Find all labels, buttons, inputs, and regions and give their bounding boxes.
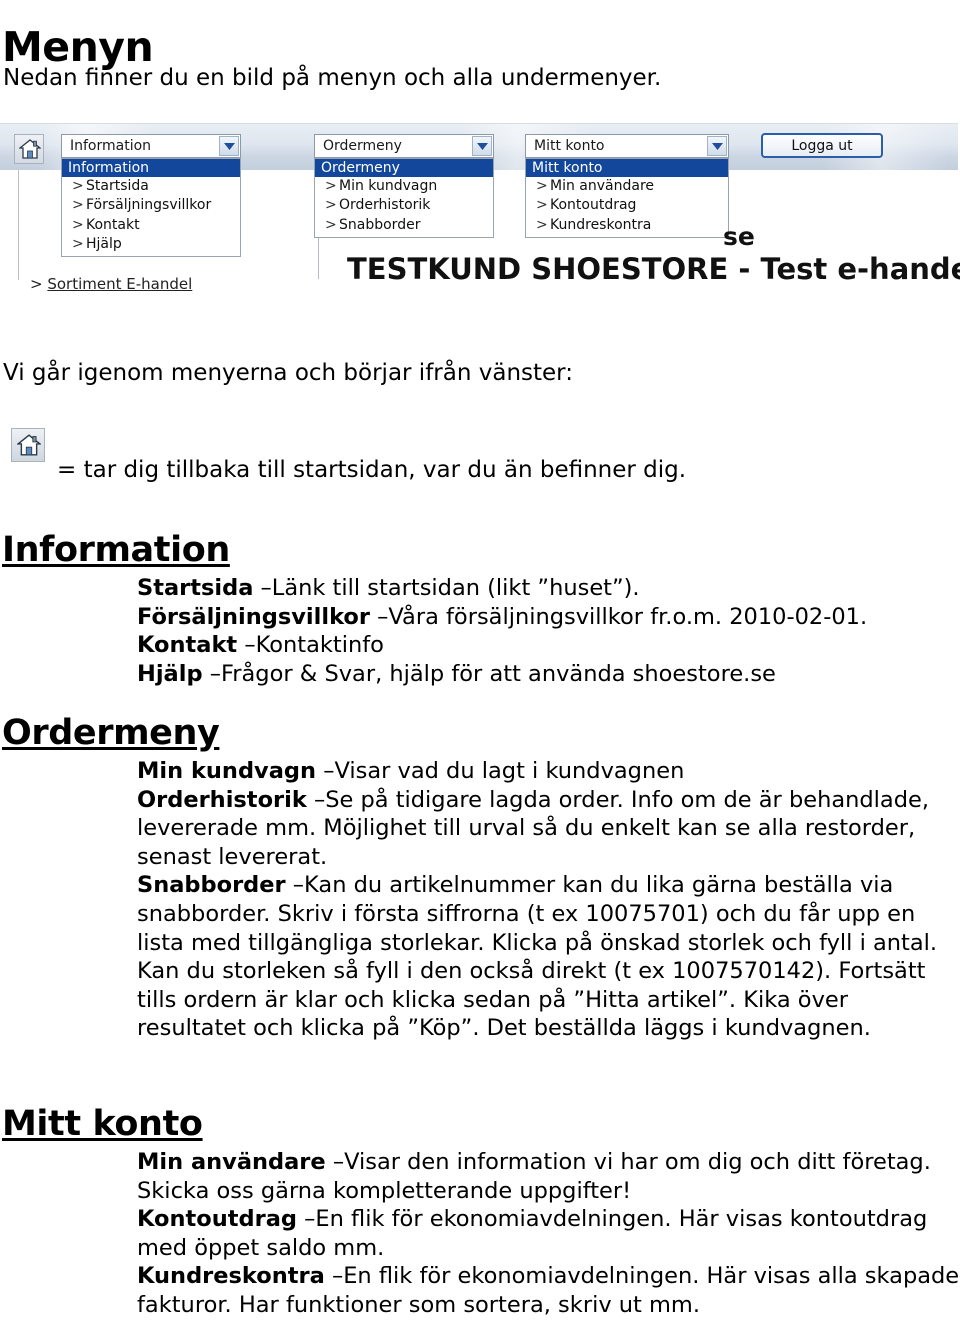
dropdown-mitt-konto[interactable]: Mitt konto > Min användare > Kontoutdrag >… xyxy=(525,158,729,238)
dropdown-item-label: Startsida xyxy=(86,178,149,194)
term-kontakt: Kontakt xyxy=(137,632,238,659)
desc-hjalp: –Frågor & Svar, hjälp för att använda sh… xyxy=(202,660,776,687)
dropdown-item-label: Min kundvagn xyxy=(339,178,438,194)
dropdown-mitt-konto-item-2[interactable]: > Kundreskontra xyxy=(526,216,728,235)
section-heading-mitt-konto: Mitt konto xyxy=(2,1104,203,1144)
term-min-kundvagn: Min kundvagn xyxy=(137,758,317,784)
chevron-right-glyph: > xyxy=(72,235,84,252)
chevron-down-icon[interactable] xyxy=(219,136,239,156)
dropdown-item-label: Hjälp xyxy=(86,235,122,252)
dropdown-item-label: Försäljningsvillkor xyxy=(86,197,212,214)
dropdown-mitt-konto-item-1[interactable]: > Kontoutdrag xyxy=(526,196,728,215)
chevron-down-icon[interactable] xyxy=(472,136,492,156)
document-page: Menyn Nedan finner du en bild på menyn o… xyxy=(0,0,960,1319)
section-heading-information: Information xyxy=(2,530,230,570)
dropdown-information-item-0[interactable]: > Startsida xyxy=(62,177,240,196)
term-snabborder: Snabborder xyxy=(137,872,286,899)
walkthrough-line: Vi går igenom menyerna och börjar ifrån … xyxy=(3,360,573,386)
dropdown-ordermeny[interactable]: Ordermeny > Min kundvagn > Orderhistorik >… xyxy=(314,158,494,238)
term-orderhistorik: Orderhistorik xyxy=(137,786,307,813)
dropdown-item-label: Min användare xyxy=(550,178,655,194)
combo-ordermeny-value: Ordermeny xyxy=(323,138,402,154)
combo-information[interactable]: Information xyxy=(61,134,241,158)
section-body-mitt-konto: Min användare –Visar den information vi … xyxy=(137,1148,960,1320)
dropdown-mitt-konto-header[interactable]: Mitt konto xyxy=(526,159,728,177)
dropdown-information-item-3[interactable]: > Hjälp xyxy=(62,235,240,254)
store-title: TESTKUND SHOESTORE - Test e-handel xyxy=(347,252,960,286)
combo-ordermeny[interactable]: Ordermeny xyxy=(314,134,494,158)
home-icon xyxy=(11,428,45,462)
dropdown-item-label: Kundreskontra xyxy=(550,216,652,233)
section-body-ordermeny: Min kundvagn –Visar vad du lagt i kundva… xyxy=(137,757,960,1043)
desc-min-kundvagn: –Visar vad du lagt i kundvagnen xyxy=(316,758,685,784)
term-kontoutdrag: Kontoutdrag xyxy=(137,1206,297,1233)
dropdown-information-item-2[interactable]: > Kontakt xyxy=(62,216,240,235)
dropdown-item-label: Snabborder xyxy=(339,216,421,233)
home-icon[interactable] xyxy=(14,134,44,164)
dropdown-item-label: Kontoutdrag xyxy=(550,197,637,214)
combo-mitt-konto-value: Mitt konto xyxy=(534,138,605,154)
sortiment-prefix: > xyxy=(30,275,43,293)
desc-forsaljningsvillkor: –Våra försäljningsvillkor fr.o.m. 2010-0… xyxy=(369,603,868,630)
term-kundreskontra: Kundreskontra xyxy=(137,1263,325,1290)
chevron-down-icon[interactable] xyxy=(707,136,727,156)
sortiment-link[interactable]: > Sortiment E-handel xyxy=(30,275,192,293)
dropdown-item-label: Orderhistorik xyxy=(339,197,431,214)
combo-mitt-konto[interactable]: Mitt konto xyxy=(525,134,729,158)
chevron-right-glyph: > xyxy=(325,216,337,233)
dropdown-mitt-konto-item-0[interactable]: > Min användare xyxy=(526,177,728,196)
intro-paragraph: Nedan finner du en bild på menyn och all… xyxy=(3,65,662,91)
dropdown-ordermeny-item-2[interactable]: > Snabborder xyxy=(315,216,493,235)
dropdown-information-header[interactable]: Information xyxy=(62,159,240,177)
combo-information-value: Information xyxy=(70,138,152,154)
sortiment-label: Sortiment E-handel xyxy=(47,275,193,293)
term-forsaljningsvillkor: Försäljningsvillkor xyxy=(137,603,370,630)
logout-button[interactable]: Logga ut xyxy=(761,133,883,158)
desc-startsida: –Länk till startsidan (likt ”huset”). xyxy=(253,575,640,601)
chevron-right-glyph: > xyxy=(72,216,84,233)
chevron-right-glyph: > xyxy=(325,178,337,194)
dropdown-ordermeny-item-1[interactable]: > Orderhistorik xyxy=(315,196,493,215)
term-startsida: Startsida xyxy=(137,575,254,601)
term-min-anvandare: Min användare xyxy=(137,1149,326,1175)
term-hjalp: Hjälp xyxy=(137,660,203,687)
store-domain-suffix: se xyxy=(723,222,755,251)
desc-kontakt: –Kontaktinfo xyxy=(237,632,384,659)
chevron-right-glyph: > xyxy=(536,197,548,214)
chevron-right-glyph: > xyxy=(536,216,548,233)
dropdown-ordermeny-item-0[interactable]: > Min kundvagn xyxy=(315,177,493,196)
chevron-right-glyph: > xyxy=(72,178,84,194)
chevron-right-glyph: > xyxy=(325,197,337,214)
home-icon-description: = tar dig tillbaka till startsidan, var … xyxy=(57,457,687,483)
chevron-right-glyph: > xyxy=(536,178,548,194)
chevron-right-glyph: > xyxy=(72,197,84,214)
dropdown-item-label: Kontakt xyxy=(86,216,140,233)
screenshot-left-rule xyxy=(18,170,19,280)
section-body-information: Startsida –Länk till startsidan (likt ”h… xyxy=(137,574,960,688)
dropdown-ordermeny-header[interactable]: Ordermeny xyxy=(315,159,493,177)
dropdown-information[interactable]: Information > Startsida > Försäljningsvill… xyxy=(61,158,241,258)
section-heading-ordermeny: Ordermeny xyxy=(2,713,220,753)
dropdown-information-item-1[interactable]: > Försäljningsvillkor xyxy=(62,196,240,215)
